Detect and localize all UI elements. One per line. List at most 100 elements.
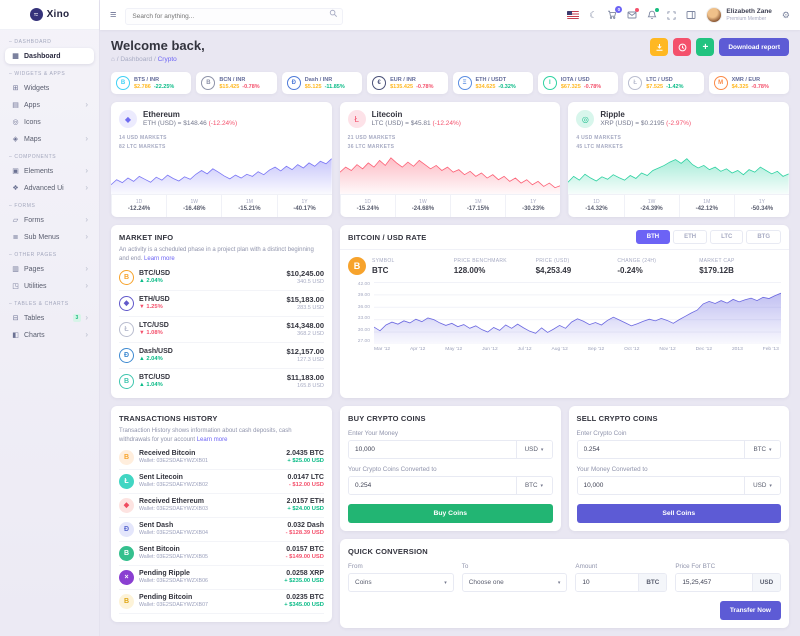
market-change: ▼ 1.25%: [139, 304, 170, 310]
sidebar-item[interactable]: ▥ Pages ›: [5, 261, 94, 277]
ticker-card[interactable]: M XMR / EUR $4.325 -0.78%: [709, 72, 789, 94]
coins-input[interactable]: [578, 441, 745, 458]
transaction-row[interactable]: ◆ Received Ethereum Wallet: 03E2SDAEYWZX…: [119, 494, 324, 518]
transaction-amount: 0.0157 BTC: [286, 546, 324, 553]
price-input[interactable]: [676, 574, 752, 591]
market-row[interactable]: B BTC/USD ▲ 2.04% $10,245.00 340.5 USD: [119, 265, 324, 291]
money-input[interactable]: [349, 441, 516, 458]
fullscreen-icon[interactable]: [667, 11, 676, 20]
from-select[interactable]: Coins▾: [348, 573, 454, 592]
breadcrumb-dashboard[interactable]: Dashboard: [115, 56, 152, 63]
ticker-card[interactable]: B BCN / INR $15.425 -0.78%: [196, 72, 276, 94]
notifications-bell-icon[interactable]: [647, 10, 657, 20]
rate-tab[interactable]: LTC: [710, 230, 743, 244]
layout-columns-icon[interactable]: [686, 10, 696, 20]
transaction-delta: - $128.39 USD: [286, 530, 324, 536]
cart-icon[interactable]: 0: [607, 10, 617, 20]
amount-input[interactable]: [576, 574, 638, 591]
market-row[interactable]: Ł LTC/USD ▼ 1.08% $14,348.00 368.2 USD: [119, 317, 324, 343]
ticker-values: $4.325 -0.78%: [732, 84, 769, 90]
chevron-right-icon: ›: [85, 184, 88, 192]
sidebar-item[interactable]: ❖ Advanced Ui ›: [5, 180, 94, 196]
sidebar-item-label: Elements: [24, 168, 81, 175]
money-input[interactable]: [578, 477, 745, 494]
sidebar-item-icon: ◈: [11, 135, 20, 143]
ticker-text: IOTA / USD $67.325 -0.78%: [561, 77, 601, 90]
ticker-card[interactable]: Ξ ETH / USDT $34.625 -0.32%: [453, 72, 533, 94]
sidebar-item[interactable]: ◧ Charts ›: [5, 327, 94, 343]
sell-coins-button[interactable]: Sell Coins: [577, 504, 782, 523]
ticker-card[interactable]: Đ Dash / INR $5.125 -11.85%: [282, 72, 362, 94]
sidebar-item[interactable]: ◈ Maps ›: [5, 131, 94, 147]
rate-tabs: BTH ETH LTC BTG: [636, 230, 781, 244]
export-button[interactable]: [650, 38, 668, 56]
field-label: Your Crypto Coins Converted to: [348, 466, 553, 473]
sidebar-item[interactable]: ◎ Icons: [5, 114, 94, 130]
sidebar-item-icon: ▣: [11, 167, 20, 175]
sidebar-item[interactable]: ▣ Elements ›: [5, 163, 94, 179]
learn-more-link[interactable]: Learn more: [144, 256, 175, 262]
currency-select[interactable]: USD▾: [516, 441, 552, 458]
ticker-values: $34.625 -0.32%: [476, 84, 516, 90]
market-row[interactable]: B BTC/USD ▲ 1.04% $11,183.00 165.8 USD: [119, 369, 324, 391]
stat-label: 1M: [680, 199, 734, 205]
rate-tab[interactable]: BTG: [746, 230, 781, 244]
sidebar-section-components: Components ▣ Elements › ❖ Advanced Ui ›: [0, 154, 99, 196]
transaction-amount: 2.0157 ETH: [287, 498, 324, 505]
transaction-row[interactable]: Đ Sent Dash Wallet: 03E2SDAEYWZXB04 0.03…: [119, 518, 324, 542]
ticker-card[interactable]: Ł LTC / USD $7.525 -1.42%: [623, 72, 703, 94]
search-icon[interactable]: [329, 9, 338, 18]
us-flag-icon[interactable]: [567, 11, 579, 19]
sidebar-item[interactable]: ◳ Utilities ›: [5, 278, 94, 294]
market-row[interactable]: ◆ ETH/USD ▼ 1.25% $15,183.00 283.5 USD: [119, 291, 324, 317]
transaction-row[interactable]: Ł Sent Litecoin Wallet: 03E2SDAEYWZXB02 …: [119, 470, 324, 494]
sidebar-item-label: Dashboard: [24, 53, 88, 60]
history-clock-button[interactable]: [673, 38, 691, 56]
sidebar-item[interactable]: ⊞ Widgets: [5, 80, 94, 96]
ticker-card[interactable]: B BTS / INR $2.786 -22.25%: [111, 72, 191, 94]
rate-tab[interactable]: ETH: [673, 230, 707, 244]
menu-toggle-icon[interactable]: ≡: [110, 10, 116, 21]
to-select[interactable]: Choose one▾: [462, 573, 568, 592]
search-input[interactable]: [125, 8, 343, 25]
sidebar-item[interactable]: ⊟ Tables 3 ›: [5, 310, 94, 326]
coin-icon: ◆: [119, 296, 134, 311]
transaction-row[interactable]: B Pending Bitcoin Wallet: 03E2SDAEYWZXB0…: [119, 590, 324, 614]
ticker-card[interactable]: I IOTA / USD $67.325 -0.78%: [538, 72, 618, 94]
sidebar-item[interactable]: ≣ Sub Menus ›: [5, 229, 94, 245]
sidebar-item[interactable]: ▱ Forms ›: [5, 212, 94, 228]
stat-label: 1Y: [278, 199, 332, 205]
transaction-row[interactable]: × Pending Ripple Wallet: 03E2SDAEYWZXB06…: [119, 566, 324, 590]
transaction-row[interactable]: B Received Bitcoin Wallet: 03E2SDAEYWZXB…: [119, 446, 324, 470]
coin-icon: B: [119, 374, 134, 389]
coin-select[interactable]: BTC▾: [516, 477, 552, 494]
learn-more-link[interactable]: Learn more: [197, 437, 228, 443]
sidebar-section-forms: Forms ▱ Forms › ≣ Sub Menus ›: [0, 203, 99, 245]
sidebar-item[interactable]: ▦ Dashboard: [5, 48, 94, 64]
user-menu[interactable]: Elizabeth Zane Premium Member: [706, 7, 772, 23]
rate-tab[interactable]: BTH: [636, 230, 670, 244]
btc-price-chart[interactable]: [374, 282, 781, 344]
buy-coins-button[interactable]: Buy Coins: [348, 504, 553, 523]
stat-cell: 1W -24.39%: [624, 195, 679, 217]
brand-logo[interactable]: ≈ Xino: [0, 0, 99, 30]
download-report-button[interactable]: Download report: [719, 38, 789, 56]
market-row[interactable]: Đ Dash/USD ▲ 2.04% $12,157.00 127.3 USD: [119, 343, 324, 369]
market-price: $11,183.00: [287, 373, 324, 382]
ticker-card[interactable]: € EUR / INR $135.425 -0.78%: [367, 72, 447, 94]
dark-mode-moon-icon[interactable]: ☾: [589, 11, 597, 20]
settings-gear-icon[interactable]: ⚙: [782, 11, 790, 20]
coin-price-line: LTC (USD) = $45.81 (-12.24%): [372, 120, 461, 127]
add-button[interactable]: +: [696, 38, 714, 56]
sidebar-item[interactable]: ▤ Apps ›: [5, 97, 94, 113]
mail-icon[interactable]: [627, 10, 637, 20]
transfer-now-button[interactable]: Transfer Now: [720, 601, 781, 620]
stat-value: -24.68%: [396, 206, 450, 212]
transaction-row[interactable]: B Sent Bitcoin Wallet: 03E2SDAEYWZXB05 0…: [119, 542, 324, 566]
sidebar-item-icon: ❖: [11, 184, 20, 192]
sidebar-item-icon: ▱: [11, 216, 20, 224]
currency-select[interactable]: USD▾: [744, 477, 780, 494]
coin-select[interactable]: BTC▾: [744, 441, 780, 458]
bottom-row: TRANSACTIONS HISTORY Transaction History…: [111, 406, 789, 628]
coins-input[interactable]: [349, 477, 516, 494]
